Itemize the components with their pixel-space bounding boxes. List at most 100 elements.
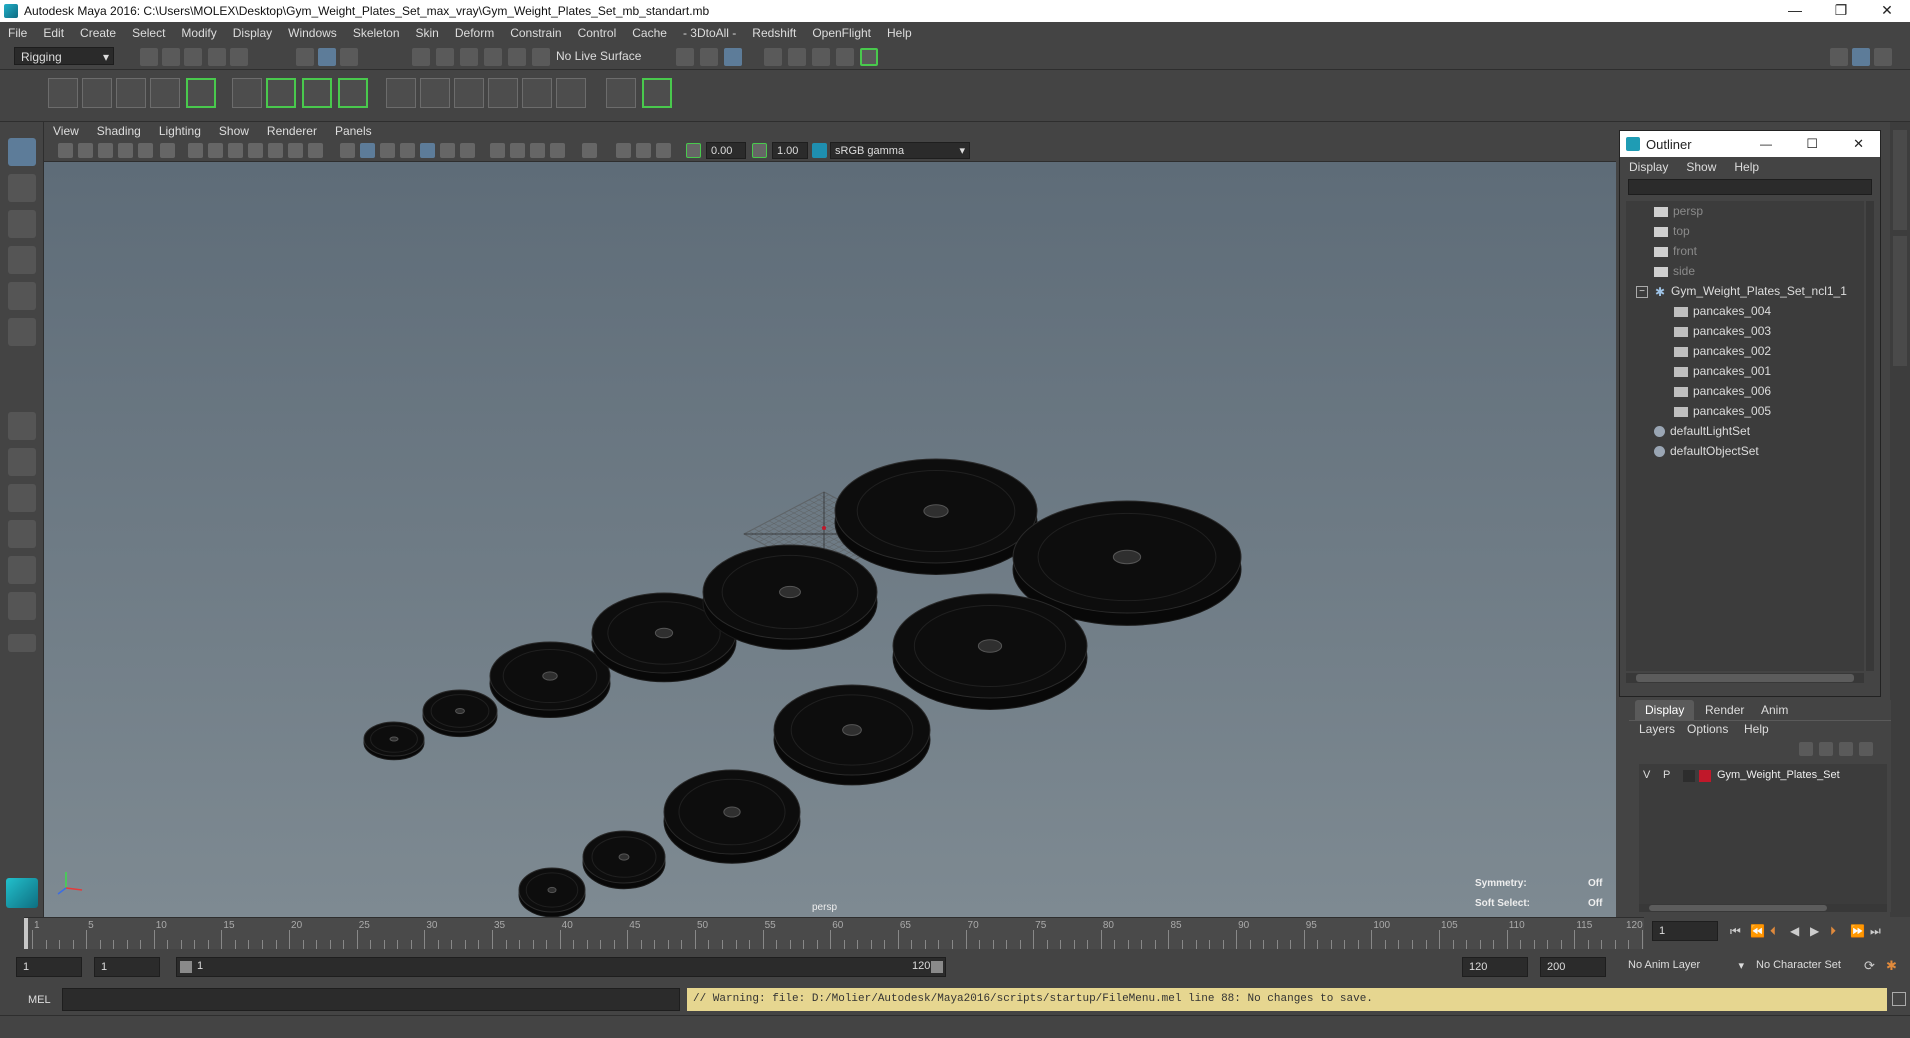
attribute-editor-toggle-icon[interactable]: [1852, 48, 1870, 66]
range-end-handle[interactable]: [931, 961, 943, 973]
layer-name[interactable]: Gym_Weight_Plates_Set: [1717, 769, 1840, 781]
isolate-select-icon[interactable]: [460, 143, 475, 158]
open-scene-icon[interactable]: [162, 48, 180, 66]
redo-icon[interactable]: [230, 48, 248, 66]
layer-tab-display[interactable]: Display: [1635, 700, 1695, 720]
menu-skin[interactable]: Skin: [408, 26, 447, 40]
outliner-close-button[interactable]: ✕: [1853, 136, 1864, 152]
outliner-item-pancakes-006[interactable]: pancakes_006: [1674, 381, 1771, 401]
layer-horizontal-scrollbar[interactable]: [1639, 904, 1887, 912]
anim-layer-dropdown[interactable]: No Anim Layer ▾: [1628, 959, 1744, 977]
layer-row[interactable]: V P Gym_Weight_Plates_Set: [1639, 766, 1887, 786]
resolution-gate-icon[interactable]: [228, 143, 243, 158]
menu-constrain[interactable]: Constrain: [502, 26, 569, 40]
use-all-lights-icon[interactable]: [420, 143, 435, 158]
ik-spline-icon[interactable]: [116, 78, 146, 108]
range-start-handle[interactable]: [180, 961, 192, 973]
input-ops-icon[interactable]: [676, 48, 694, 66]
menu-display[interactable]: Display: [225, 26, 280, 40]
ambient-occlusion-icon[interactable]: [582, 143, 597, 158]
outliner-item-pancakes-002[interactable]: pancakes_002: [1674, 341, 1771, 361]
time-slider[interactable]: 1 5 10 15 20 25 30 35 40 45 50 55 60 65 70 75 80 85 90 95 10…: [24, 917, 1644, 949]
lattice-icon[interactable]: [232, 78, 262, 108]
menu-3dtoall[interactable]: - 3DtoAll -: [675, 26, 744, 40]
rotate-tool-icon[interactable]: [8, 282, 36, 310]
viewport-menu-lighting[interactable]: Lighting: [150, 124, 210, 138]
menu-edit[interactable]: Edit: [35, 26, 72, 40]
ik-handle-icon[interactable]: [82, 78, 112, 108]
move-tool-icon[interactable]: [8, 246, 36, 274]
menu-control[interactable]: Control: [570, 26, 625, 40]
cluster-icon[interactable]: [266, 78, 296, 108]
restore-button[interactable]: ❐: [1818, 0, 1864, 22]
aim-constraint-icon[interactable]: [522, 78, 552, 108]
playback-end-field[interactable]: 120: [1462, 957, 1528, 977]
color-management-icon[interactable]: [812, 143, 827, 158]
select-object-icon[interactable]: [318, 48, 336, 66]
range-slider[interactable]: 1 120: [176, 957, 946, 977]
ipr-render-icon[interactable]: [812, 48, 830, 66]
select-tool-icon[interactable]: [8, 138, 36, 166]
layer-menu-layers[interactable]: Layers: [1639, 722, 1675, 736]
viewport-menu-show[interactable]: Show: [210, 124, 258, 138]
animation-end-field[interactable]: 200: [1540, 957, 1606, 977]
select-component-icon[interactable]: [340, 48, 358, 66]
layer-color-swatch[interactable]: [1699, 770, 1711, 782]
layer-display-type[interactable]: [1683, 770, 1695, 782]
outliner-menu-display[interactable]: Display: [1620, 160, 1677, 174]
new-empty-layer-icon[interactable]: [1839, 742, 1853, 756]
outliner-item-front[interactable]: front: [1654, 241, 1697, 261]
move-layer-down-icon[interactable]: [1819, 742, 1833, 756]
outliner-restore-button[interactable]: ☐: [1806, 136, 1818, 152]
current-time-marker[interactable]: [24, 918, 28, 949]
scale-tool-icon[interactable]: [8, 318, 36, 346]
go-to-start-icon[interactable]: ⏮: [1730, 924, 1741, 939]
motion-blur-icon[interactable]: [616, 143, 631, 158]
outliner-item-pancakes-001[interactable]: pancakes_001: [1674, 361, 1771, 381]
gamma-field[interactable]: 1.00: [772, 142, 808, 159]
outliner-search-input[interactable]: [1628, 179, 1872, 195]
ik-spline-handle-icon[interactable]: [150, 78, 180, 108]
new-layer-selected-icon[interactable]: [1859, 742, 1873, 756]
layer-playback-toggle[interactable]: P: [1663, 769, 1670, 781]
gate-mask-icon[interactable]: [248, 143, 263, 158]
auto-key-icon[interactable]: ⟳: [1864, 958, 1875, 974]
collapse-icon[interactable]: −: [1636, 285, 1648, 298]
field-chart-icon[interactable]: [268, 143, 283, 158]
outliner-item-persp[interactable]: persp: [1654, 201, 1703, 221]
playback-start-field[interactable]: 1: [94, 957, 160, 977]
pole-vector-icon[interactable]: [556, 78, 586, 108]
parent-constraint-icon[interactable]: [386, 78, 416, 108]
render-frame-icon[interactable]: [788, 48, 806, 66]
bind-skin-icon[interactable]: [186, 78, 216, 108]
menu-create[interactable]: Create: [72, 26, 124, 40]
current-frame-field[interactable]: 1: [1652, 921, 1718, 941]
image-plane-icon[interactable]: [118, 143, 133, 158]
outliner-item-default-object-set[interactable]: defaultObjectSet: [1654, 441, 1759, 461]
outliner-menu-help[interactable]: Help: [1725, 160, 1768, 174]
outliner-horizontal-scrollbar[interactable]: [1626, 673, 1864, 683]
four-view-layout-icon[interactable]: [8, 448, 36, 476]
outliner-minimize-button[interactable]: —: [1760, 137, 1772, 151]
snap-view-icon[interactable]: [484, 48, 502, 66]
outliner-item-top[interactable]: top: [1654, 221, 1690, 241]
layer-menu-options[interactable]: Options: [1687, 722, 1728, 736]
go-to-end-icon[interactable]: ⏭: [1870, 924, 1881, 939]
side-by-side-layout-icon[interactable]: [8, 484, 36, 512]
menu-set-dropdown[interactable]: Rigging ▾: [14, 47, 114, 65]
depth-of-field-icon[interactable]: [656, 143, 671, 158]
attribute-editor-tab[interactable]: [1893, 130, 1907, 230]
locator-icon[interactable]: [606, 78, 636, 108]
step-forward-key-icon[interactable]: ⏩: [1850, 924, 1865, 938]
script-language-toggle[interactable]: MEL: [28, 994, 51, 1006]
play-backwards-icon[interactable]: ◀: [1790, 924, 1799, 938]
outliner-vertical-scrollbar[interactable]: [1866, 201, 1874, 671]
viewport-persp[interactable]: persp Symmetry: Off Soft Select: Off: [44, 162, 1616, 917]
layer-menu-help[interactable]: Help: [1744, 722, 1769, 736]
persp-hypershade-layout-icon[interactable]: [8, 592, 36, 620]
menu-windows[interactable]: Windows: [280, 26, 345, 40]
scale-constraint-icon[interactable]: [488, 78, 518, 108]
xray-joints-icon[interactable]: [510, 143, 525, 158]
viewport-menu-shading[interactable]: Shading: [88, 124, 150, 138]
outliner-item-side[interactable]: side: [1654, 261, 1695, 281]
